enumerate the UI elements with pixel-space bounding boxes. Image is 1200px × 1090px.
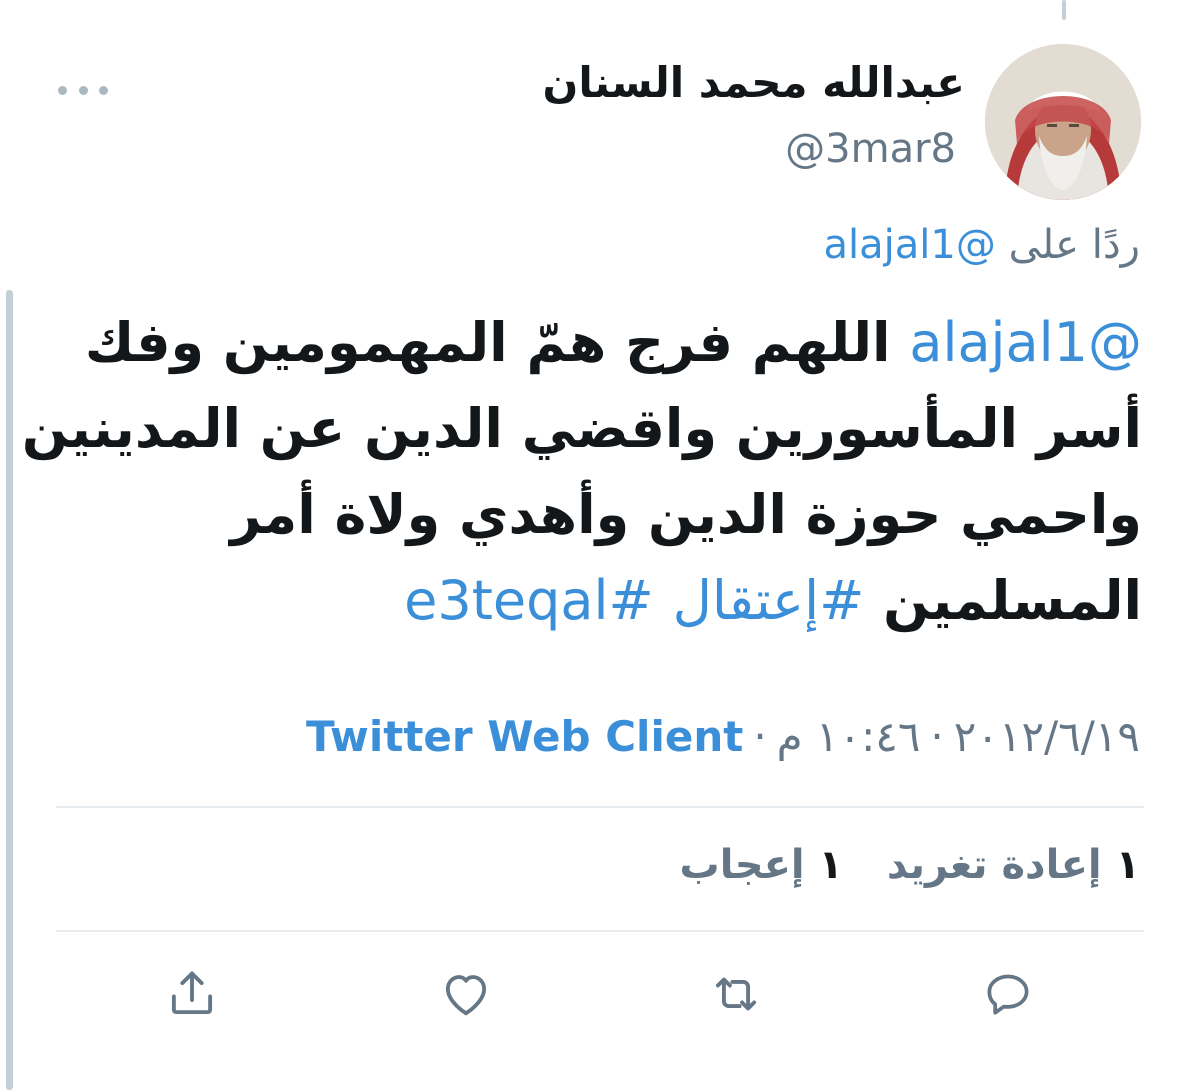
mention-link[interactable]: @alajal1 (909, 311, 1142, 374)
more-icon[interactable] (58, 78, 108, 102)
more-dot (58, 85, 67, 95)
tweet-source[interactable]: Twitter Web Client (306, 712, 743, 761)
share-icon (171, 971, 213, 1015)
reply-context: ردًا على @alajal1 (824, 222, 1140, 268)
retweet-icon (715, 977, 757, 1011)
retweet-button[interactable] (704, 962, 768, 1026)
retweets-stat[interactable]: ١ إعادة تغريد (887, 842, 1140, 888)
tweet-text-segment: اللهم فرج همّ المهمومين وفك (84, 311, 910, 374)
tweet-stats: ١ إعادة تغريد ١ إعجاب (650, 842, 1140, 888)
meta-separator: · (930, 712, 944, 761)
more-dot (99, 85, 108, 95)
more-dot (78, 85, 88, 95)
reply-icon (987, 974, 1029, 1015)
reply-prefix: ردًا على (1008, 222, 1140, 268)
retweets-count: ١ (1115, 842, 1140, 888)
avatar[interactable] (985, 44, 1141, 200)
tweet-time[interactable]: ١٠:٤٦ م (777, 712, 921, 761)
tweet-text: @alajal1 اللهم فرج همّ المهمومين وفك أسر… (21, 300, 1142, 644)
hashtag-link[interactable]: #إعتقال (673, 569, 865, 632)
hashtag-link[interactable]: #e3teqal (404, 569, 654, 632)
share-button[interactable] (160, 962, 224, 1026)
tweet-text-segment: المسلمين (864, 569, 1142, 632)
likes-count: ١ (818, 842, 843, 888)
tweet-meta: ٢٠١٢/٦/١٩·١٠:٤٦ م·Twitter Web Client (306, 712, 1140, 761)
thread-line-left (6, 290, 13, 1090)
display-name[interactable]: عبدالله محمد السنان (543, 58, 965, 107)
tweet-text-line: أسر المأسورين واقضي الدين عن المدينين (21, 397, 1142, 460)
meta-separator: · (753, 712, 767, 761)
likes-label: إعجاب (679, 842, 805, 888)
avatar-image (985, 44, 1141, 200)
tweet-text-line: @alajal1 اللهم فرج همّ المهمومين وفك (52, 300, 1142, 386)
like-button[interactable] (434, 962, 498, 1026)
tweet-text-line: المسلمين #إعتقال #e3teqal (52, 558, 1142, 644)
divider (56, 806, 1144, 808)
reply-to-link[interactable]: @alajal1 (824, 222, 996, 268)
reply-button[interactable] (976, 962, 1040, 1026)
user-handle[interactable]: @3mar8 (785, 126, 956, 172)
likes-stat[interactable]: ١ إعجاب (680, 842, 843, 888)
tweet-date[interactable]: ٢٠١٢/٦/١٩ (954, 712, 1140, 761)
heart-icon (445, 975, 487, 1016)
retweets-label: إعادة تغريد (886, 842, 1102, 888)
tweet-text-line: واحمي حوزة الدين وأهدي ولاة أمر (230, 483, 1142, 546)
divider (56, 930, 1144, 932)
thread-line-top (1062, 0, 1066, 20)
